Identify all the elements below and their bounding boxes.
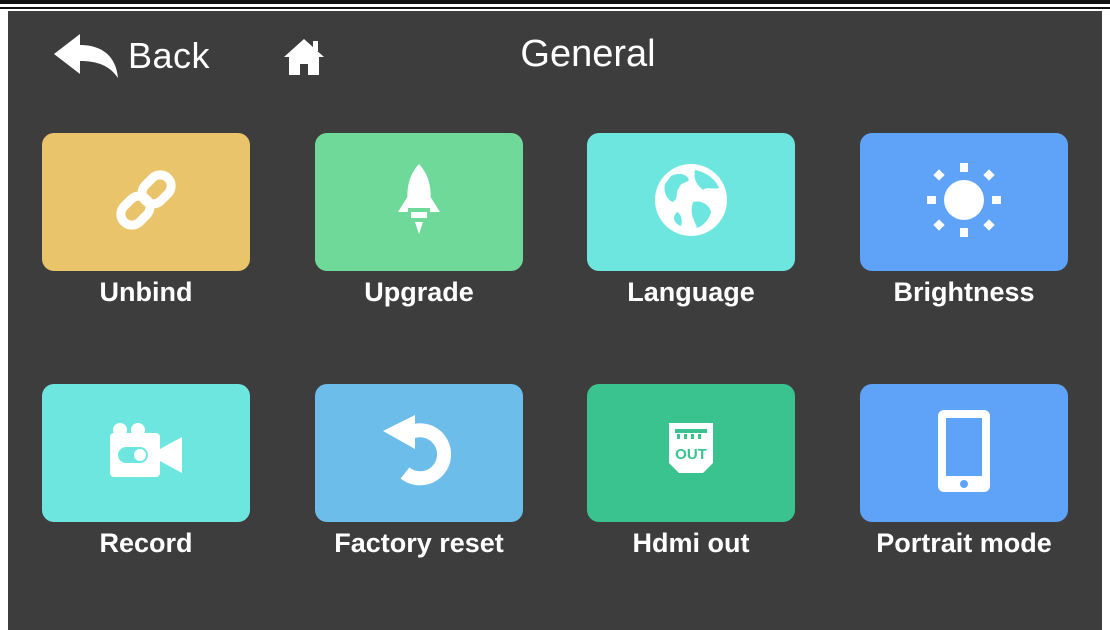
- reset-icon: [379, 411, 459, 496]
- unbind-label: Unbind: [99, 277, 193, 307]
- frame-border-top: [0, 0, 1110, 4]
- rocket-icon: [394, 163, 444, 241]
- language-tile[interactable]: [587, 133, 795, 271]
- settings-screen: Back General Unbind Upgrade Language Bri…: [8, 11, 1102, 630]
- hdmi-out-icon: OUT: [663, 421, 719, 486]
- record-label: Record: [99, 528, 193, 558]
- brightness-tile[interactable]: [860, 133, 1068, 271]
- hdmi-out-tile[interactable]: OUT: [587, 384, 795, 522]
- portrait-mode-label: Portrait mode: [876, 528, 1052, 558]
- factory-reset-label: Factory reset: [334, 528, 504, 558]
- svg-text:OUT: OUT: [675, 446, 707, 463]
- unbind-tile[interactable]: [42, 133, 250, 271]
- record-tile[interactable]: [42, 384, 250, 522]
- factory-reset-tile[interactable]: [315, 384, 523, 522]
- page-title: General: [520, 33, 656, 75]
- globe-icon: [653, 162, 729, 243]
- frame-border-top-inner: [0, 7, 1110, 9]
- portrait-mode-tile[interactable]: [860, 384, 1068, 522]
- link-icon: [111, 165, 181, 240]
- hdmi-out-label: Hdmi out: [632, 528, 750, 558]
- sun-icon: [925, 161, 1003, 244]
- phone-icon: [936, 408, 992, 499]
- top-bar: Back General: [8, 11, 1102, 101]
- camera-icon: [108, 422, 184, 484]
- brightness-label: Brightness: [893, 277, 1035, 307]
- upgrade-tile[interactable]: [315, 133, 523, 271]
- language-label: Language: [627, 277, 755, 307]
- upgrade-label: Upgrade: [364, 277, 474, 307]
